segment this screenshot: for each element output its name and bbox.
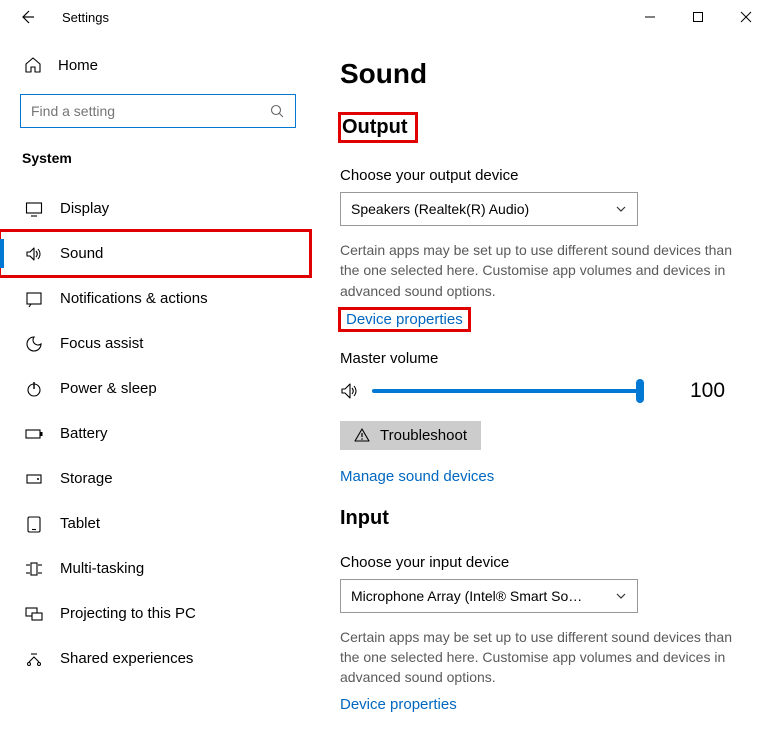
power-icon bbox=[24, 380, 44, 398]
search-icon bbox=[269, 103, 285, 119]
input-heading: Input bbox=[340, 507, 389, 530]
output-helptext: Certain apps may be set up to use differ… bbox=[340, 240, 752, 301]
chevron-down-icon bbox=[615, 590, 627, 602]
search-input-wrapper[interactable] bbox=[20, 94, 296, 128]
sidebar-item-label: Focus assist bbox=[60, 335, 143, 352]
sidebar-item-power-sleep[interactable]: Power & sleep bbox=[0, 366, 310, 411]
output-device-dropdown[interactable]: Speakers (Realtek(R) Audio) bbox=[340, 192, 638, 226]
back-button[interactable] bbox=[10, 0, 44, 34]
sidebar-item-label: Battery bbox=[60, 425, 108, 442]
page-title: Sound bbox=[340, 58, 752, 90]
sidebar-item-label: Display bbox=[60, 200, 109, 217]
chevron-down-icon bbox=[615, 203, 627, 215]
manage-sound-devices-link[interactable]: Manage sound devices bbox=[340, 468, 494, 485]
sidebar-item-shared-experiences[interactable]: Shared experiences bbox=[0, 636, 310, 681]
sidebar-item-label: Multi-tasking bbox=[60, 560, 144, 577]
volume-value: 100 bbox=[690, 379, 725, 403]
window-title: Settings bbox=[62, 10, 109, 25]
choose-input-label: Choose your input device bbox=[340, 554, 752, 571]
sidebar-item-label: Shared experiences bbox=[60, 650, 193, 667]
multitasking-icon bbox=[24, 560, 44, 578]
sidebar-item-display[interactable]: Display bbox=[0, 186, 310, 231]
sidebar-item-label: Storage bbox=[60, 470, 113, 487]
sidebar-item-notifications[interactable]: Notifications & actions bbox=[0, 276, 310, 321]
sidebar-item-multitasking[interactable]: Multi-tasking bbox=[0, 546, 310, 591]
input-device-properties-link[interactable]: Device properties bbox=[340, 696, 457, 713]
sidebar-item-label: Power & sleep bbox=[60, 380, 157, 397]
sound-icon bbox=[24, 245, 44, 263]
focus-assist-icon bbox=[24, 335, 44, 353]
home-label: Home bbox=[58, 57, 98, 74]
output-device-selected: Speakers (Realtek(R) Audio) bbox=[351, 201, 529, 217]
title-bar: Settings bbox=[0, 0, 770, 34]
sidebar-item-storage[interactable]: Storage bbox=[0, 456, 310, 501]
search-input[interactable] bbox=[31, 103, 269, 119]
volume-icon[interactable] bbox=[340, 381, 360, 401]
volume-slider[interactable] bbox=[372, 389, 642, 393]
sidebar-item-label: Sound bbox=[60, 245, 103, 262]
content-area: Sound Output Choose your output device S… bbox=[310, 34, 770, 737]
close-button[interactable] bbox=[722, 0, 770, 34]
storage-icon bbox=[24, 470, 44, 488]
sidebar-item-sound[interactable]: Sound bbox=[0, 231, 310, 276]
section-system-label: System bbox=[0, 146, 310, 174]
volume-thumb[interactable] bbox=[636, 379, 644, 403]
output-heading: Output bbox=[340, 114, 416, 141]
troubleshoot-label: Troubleshoot bbox=[380, 427, 467, 444]
sidebar-item-label: Notifications & actions bbox=[60, 290, 208, 307]
input-device-selected: Microphone Array (Intel® Smart So… bbox=[351, 588, 582, 604]
active-indicator bbox=[0, 239, 4, 268]
master-volume-label: Master volume bbox=[340, 350, 752, 367]
nav-list: Display Sound Notifications & actions Fo… bbox=[0, 186, 310, 681]
projecting-icon bbox=[24, 605, 44, 623]
warning-icon bbox=[354, 427, 370, 443]
shared-experiences-icon bbox=[24, 650, 44, 668]
sidebar-item-label: Tablet bbox=[60, 515, 100, 532]
sidebar-item-battery[interactable]: Battery bbox=[0, 411, 310, 456]
tablet-icon bbox=[24, 515, 44, 533]
battery-icon bbox=[24, 425, 44, 443]
output-device-properties-link[interactable]: Device properties bbox=[340, 309, 469, 330]
choose-output-label: Choose your output device bbox=[340, 167, 752, 184]
master-volume-row: 100 bbox=[340, 379, 752, 403]
home-icon bbox=[24, 56, 42, 74]
input-device-dropdown[interactable]: Microphone Array (Intel® Smart So… bbox=[340, 579, 638, 613]
sidebar-item-label: Projecting to this PC bbox=[60, 605, 196, 622]
sidebar: Home System Display Sound Notifications … bbox=[0, 34, 310, 737]
input-helptext: Certain apps may be set up to use differ… bbox=[340, 627, 752, 688]
maximize-button[interactable] bbox=[674, 0, 722, 34]
troubleshoot-button[interactable]: Troubleshoot bbox=[340, 421, 481, 450]
sidebar-item-tablet[interactable]: Tablet bbox=[0, 501, 310, 546]
sidebar-item-projecting[interactable]: Projecting to this PC bbox=[0, 591, 310, 636]
notifications-icon bbox=[24, 290, 44, 308]
minimize-button[interactable] bbox=[626, 0, 674, 34]
home-button[interactable]: Home bbox=[0, 48, 310, 82]
display-icon bbox=[24, 200, 44, 218]
sidebar-item-focus-assist[interactable]: Focus assist bbox=[0, 321, 310, 366]
